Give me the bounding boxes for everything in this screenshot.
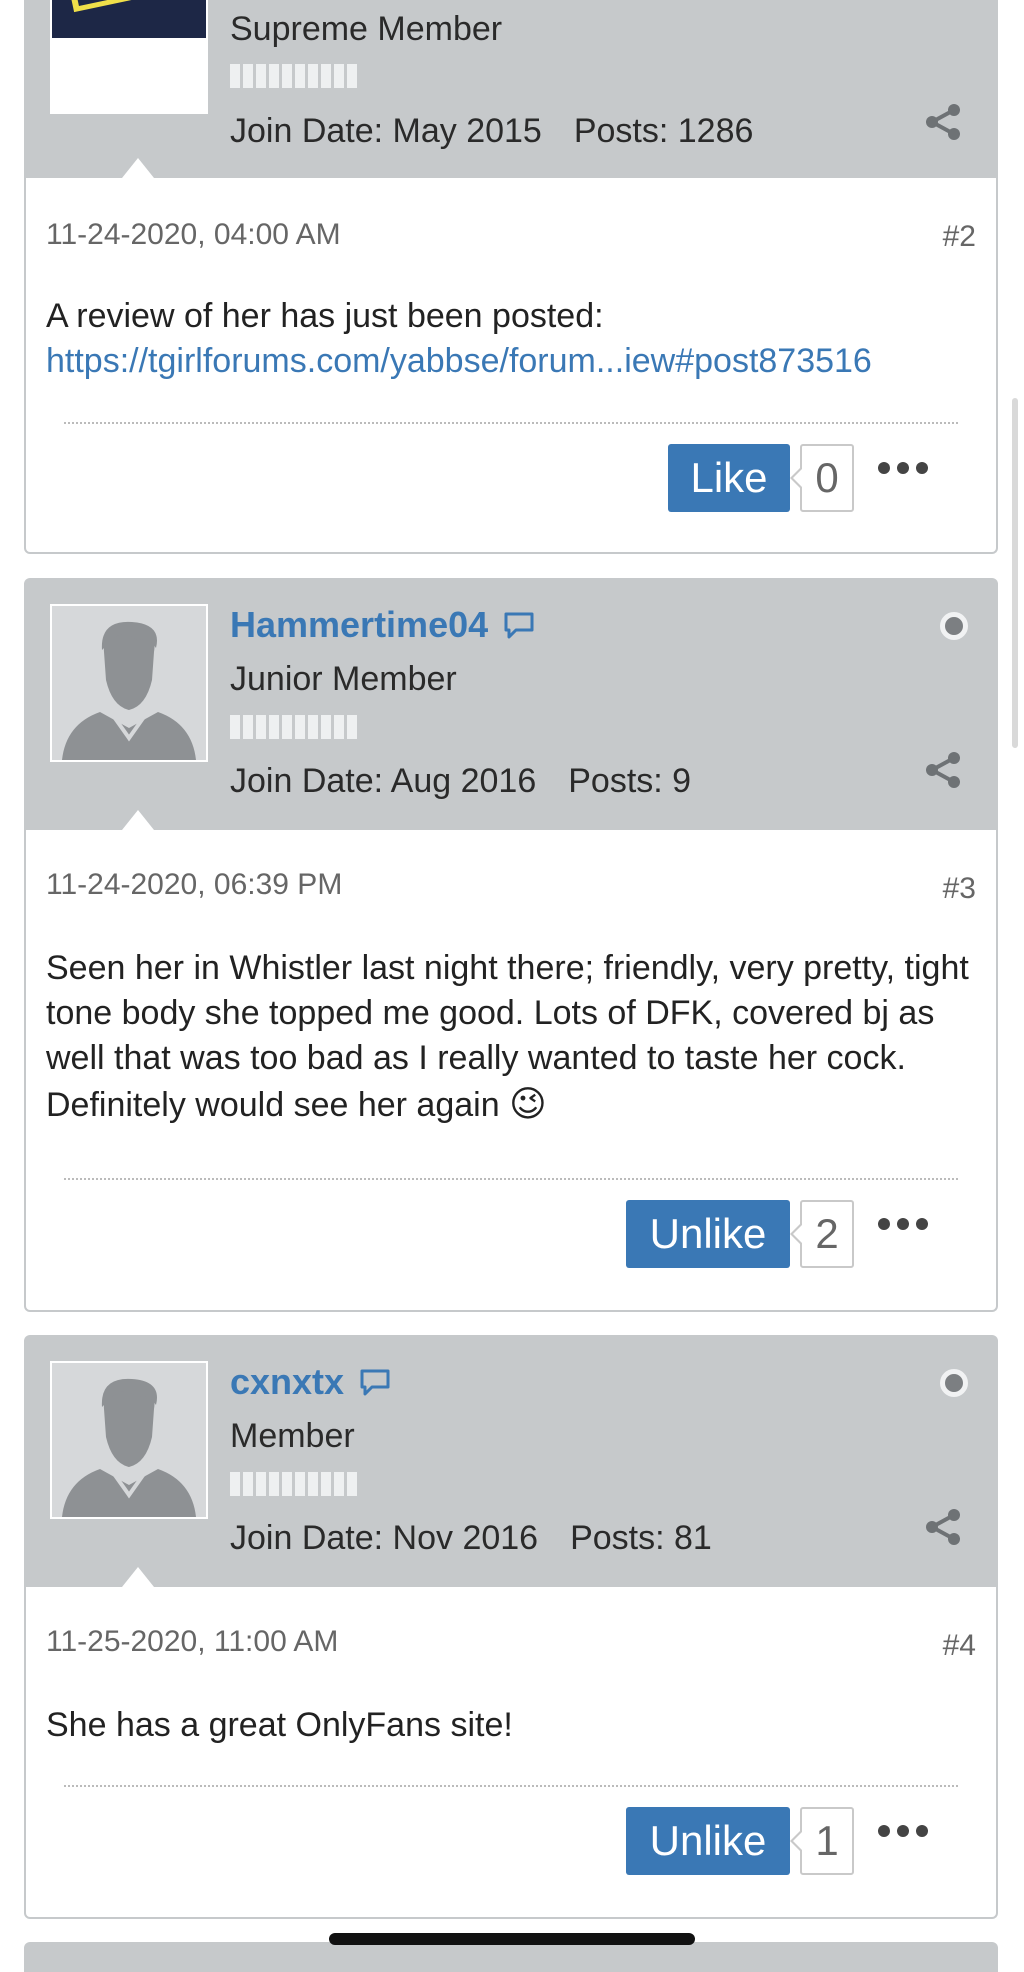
post-number[interactable]: #2 [943, 220, 976, 254]
post-text: Seen her in Whistler last night there; f… [46, 949, 969, 1124]
username-link[interactable]: Hammertime04 [230, 604, 536, 646]
username-link[interactable]: cxnxtx [230, 1361, 392, 1403]
post-count: Posts: 81 [570, 1519, 712, 1557]
header-pointer [122, 158, 154, 178]
share-icon[interactable] [924, 104, 962, 140]
offline-status-icon [940, 612, 968, 640]
join-info: Join Date: May 2015 Posts: 1286 [230, 112, 753, 151]
post-4-header: cxnxtx Member Join Date: Nov 2016 Posts: … [24, 1335, 998, 1587]
home-indicator[interactable] [329, 1933, 695, 1945]
post-message: A review of her has just been posted: ht… [46, 294, 976, 384]
unlike-button[interactable]: Unlike [626, 1200, 790, 1268]
user-title: Member [230, 1417, 355, 1455]
post-link[interactable]: https://tgirlforums.com/yabbse/forum...i… [46, 342, 872, 380]
like-button[interactable]: Like [668, 444, 790, 512]
username[interactable]: cxnxtx [230, 1361, 344, 1403]
post-count: Posts: 1286 [573, 112, 754, 150]
like-count: 0 [790, 444, 854, 512]
post-date: 11-24-2020, 06:39 PM [46, 868, 343, 901]
username[interactable]: Hammertime04 [230, 604, 488, 646]
join-date: Join Date: May 2015 [230, 112, 542, 150]
like-count: 1 [790, 1807, 854, 1875]
post-message: Seen her in Whistler last night there; f… [46, 946, 976, 1128]
more-options-button[interactable] [878, 1825, 928, 1837]
scrollbar[interactable] [1012, 398, 1018, 748]
post-3-header: Hammertime04 Junior Member Join Date: Au… [24, 578, 998, 830]
join-date: Join Date: Nov 2016 [230, 1519, 539, 1557]
post-number[interactable]: #3 [943, 872, 976, 906]
divider [64, 1178, 958, 1180]
unlike-button[interactable]: Unlike [626, 1807, 790, 1875]
join-info: Join Date: Aug 2016 Posts: 9 [230, 762, 691, 801]
share-icon[interactable] [924, 1509, 962, 1545]
header-pointer [122, 1567, 154, 1587]
default-avatar-icon [52, 1363, 206, 1517]
divider [64, 422, 958, 424]
user-title: Supreme Member [230, 10, 503, 48]
post-text: She has a great OnlyFans site! [46, 1706, 513, 1744]
offline-status-icon [940, 1369, 968, 1397]
message-icon[interactable] [358, 1367, 392, 1397]
avatar[interactable] [50, 1361, 208, 1519]
join-info: Join Date: Nov 2016 Posts: 81 [230, 1519, 712, 1558]
share-icon[interactable] [924, 752, 962, 788]
post-number[interactable]: #4 [943, 1629, 976, 1663]
reputation-bar [230, 64, 357, 88]
more-options-button[interactable] [878, 1218, 928, 1230]
post-text: A review of her has just been posted: [46, 297, 604, 335]
post-3-body: 11-24-2020, 06:39 PM #3 Seen her in Whis… [24, 830, 998, 1312]
header-pointer [122, 810, 154, 830]
post-date: 11-24-2020, 04:00 AM [46, 218, 341, 251]
post-2-header: Supreme Member Join Date: May 2015 Posts:… [24, 0, 998, 178]
wink-emoji-icon: 😉 [509, 1083, 547, 1124]
post-4-body: 11-25-2020, 11:00 AM #4 She has a great … [24, 1587, 998, 1919]
join-date: Join Date: Aug 2016 [230, 762, 537, 800]
like-count: 2 [790, 1200, 854, 1268]
post-count: Posts: 9 [568, 762, 692, 800]
divider [64, 1785, 958, 1787]
next-post-header [24, 1942, 998, 1972]
message-icon[interactable] [502, 610, 536, 640]
reputation-bar [230, 715, 357, 739]
more-options-button[interactable] [878, 462, 928, 474]
post-date: 11-25-2020, 11:00 AM [46, 1625, 339, 1658]
reputation-bar [230, 1472, 357, 1496]
avatar[interactable] [50, 0, 208, 114]
user-title: Junior Member [230, 660, 457, 698]
avatar[interactable] [50, 604, 208, 762]
default-avatar-icon [52, 606, 206, 760]
post-message: She has a great OnlyFans site! [46, 1703, 976, 1748]
post-2-body: 11-24-2020, 04:00 AM #2 A review of her … [24, 178, 998, 554]
